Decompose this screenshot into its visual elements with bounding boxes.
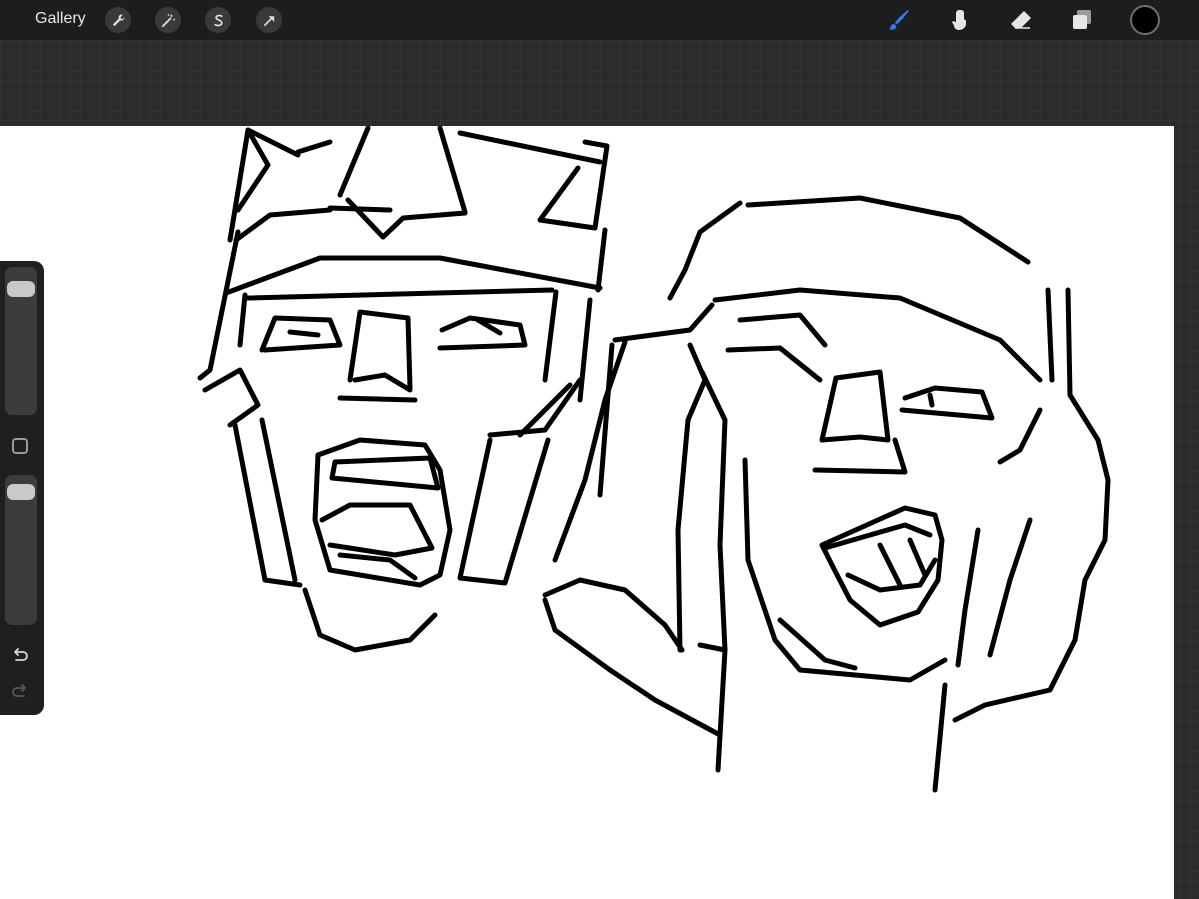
arrow-cursor-icon (263, 15, 274, 26)
brush-opacity-slider[interactable] (5, 475, 37, 625)
eraser-tool-button[interactable] (1006, 5, 1036, 35)
transform-button[interactable] (256, 7, 282, 33)
brush-tool-button[interactable] (884, 5, 914, 35)
actions-button[interactable] (105, 7, 131, 33)
undo-button[interactable] (9, 645, 31, 667)
brush-size-slider[interactable] (5, 267, 37, 415)
sketch-artwork (197, 126, 1111, 793)
selection-s-icon (213, 14, 223, 26)
layers-button[interactable] (1067, 5, 1097, 35)
redo-button[interactable] (9, 681, 31, 703)
adjustments-button[interactable] (155, 7, 181, 33)
drawing-canvas[interactable] (0, 126, 1174, 899)
eraser-icon (1011, 11, 1031, 29)
brush-sidebar (0, 261, 44, 715)
brush-opacity-thumb[interactable] (7, 483, 35, 500)
selection-button[interactable] (205, 7, 231, 33)
layers-icon (1073, 10, 1091, 29)
undo-arrow-icon (14, 648, 28, 661)
smudge-finger-icon (952, 10, 966, 30)
gallery-button[interactable]: Gallery (35, 9, 86, 29)
smudge-tool-button[interactable] (944, 5, 974, 35)
brush-icon (889, 10, 909, 30)
brush-size-thumb[interactable] (7, 280, 35, 297)
magic-wand-icon (161, 13, 175, 27)
wrench-icon (112, 13, 125, 26)
redo-arrow-icon (12, 684, 26, 697)
modify-button[interactable] (12, 438, 28, 454)
color-picker-button[interactable] (1130, 5, 1160, 35)
top-toolbar: Gallery (0, 0, 1199, 40)
procreate-app: Gallery (0, 0, 1199, 899)
